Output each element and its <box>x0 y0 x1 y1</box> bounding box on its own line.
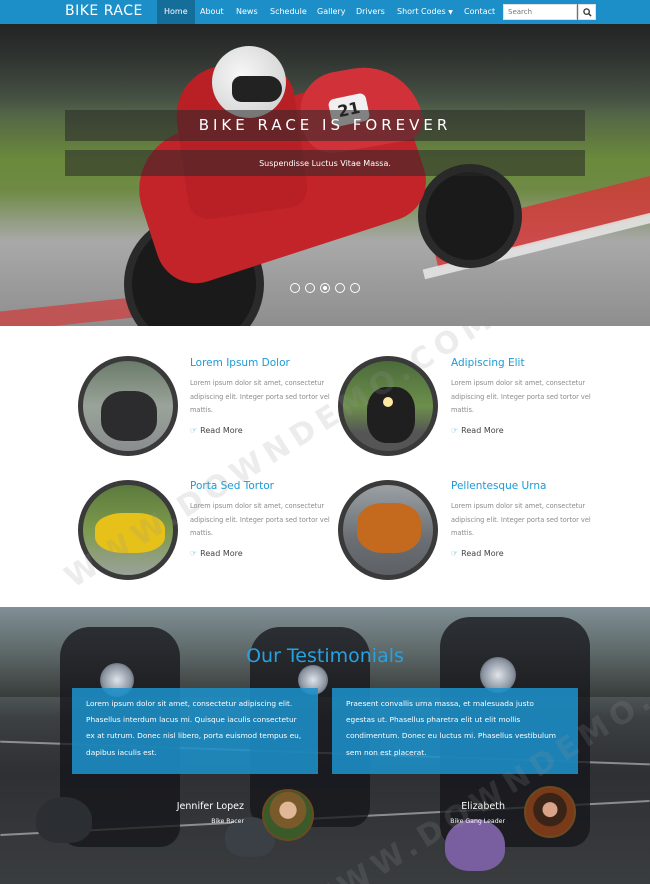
feature-title-4[interactable]: Pellentesque Urna <box>451 480 546 492</box>
caret-down-icon: ▼ <box>448 9 453 16</box>
pointing-hand-icon: ☞ <box>190 549 198 558</box>
read-more-link-4[interactable]: ☞ Read More <box>451 549 504 558</box>
pointing-hand-icon: ☞ <box>451 549 459 558</box>
nav-item-news[interactable]: News <box>229 0 265 24</box>
slider-dot-5[interactable] <box>350 283 360 293</box>
brand-logo[interactable]: BIKE RACE <box>65 3 143 19</box>
slider-dot-3[interactable] <box>320 283 330 293</box>
search-button[interactable] <box>578 4 596 20</box>
read-more-link-3[interactable]: ☞ Read More <box>190 549 243 558</box>
hero-title: BIKE RACE IS FOREVER <box>198 116 452 134</box>
feature-text-2: Lorem ipsum dolor sit amet, consectetur … <box>451 379 591 414</box>
testimonial-quote-1: Lorem ipsum dolor sit amet, consectetur … <box>72 688 318 774</box>
motorbike-image <box>357 503 421 553</box>
hero-subtitle: Suspendisse Luctus Vitae Massa. <box>259 159 391 168</box>
slider-dot-4[interactable] <box>335 283 345 293</box>
read-more-label: Read More <box>461 426 504 435</box>
slider-dot-1[interactable] <box>290 283 300 293</box>
feature-image-1 <box>78 356 178 456</box>
helmet-on-ground-image <box>36 797 92 843</box>
feature-image-4 <box>338 480 438 580</box>
nav-item-short-codes-label: Short Codes <box>397 7 446 16</box>
read-more-label: Read More <box>200 426 243 435</box>
nav-item-home[interactable]: Home <box>157 0 195 24</box>
nav-item-gallery[interactable]: Gallery <box>310 0 353 24</box>
read-more-link-2[interactable]: ☞ Read More <box>451 426 504 435</box>
top-navbar: BIKE RACE Home About News Schedule Galle… <box>0 0 650 24</box>
testimonial-role-1: Bike Racer <box>211 818 244 825</box>
nav-item-about[interactable]: About <box>193 0 231 24</box>
pointing-hand-icon: ☞ <box>451 426 459 435</box>
nav-item-schedule[interactable]: Schedule <box>263 0 314 24</box>
feature-text-4: Lorem ipsum dolor sit amet, consectetur … <box>451 502 591 537</box>
nav-item-contact[interactable]: Contact <box>457 0 502 24</box>
front-wheel-image <box>418 164 522 268</box>
magnifier-icon <box>583 8 592 17</box>
pointing-hand-icon: ☞ <box>190 426 198 435</box>
avatar-elizabeth <box>524 786 576 838</box>
search-input[interactable] <box>503 4 577 20</box>
nav-item-short-codes[interactable]: Short Codes ▼ <box>390 0 460 24</box>
nav-item-drivers[interactable]: Drivers <box>349 0 392 24</box>
read-more-link-1[interactable]: ☞ Read More <box>190 426 243 435</box>
read-more-label: Read More <box>200 549 243 558</box>
helmet-visor-image <box>232 76 282 102</box>
read-more-label: Read More <box>461 549 504 558</box>
slider-dot-2[interactable] <box>305 283 315 293</box>
feature-title-2[interactable]: Adipiscing Elit <box>451 357 525 369</box>
testimonial-name-1: Jennifer Lopez <box>176 801 244 812</box>
avatar-jennifer <box>262 789 314 841</box>
motorbike-image <box>101 391 157 441</box>
feature-title-1[interactable]: Lorem Ipsum Dolor <box>190 357 290 369</box>
testimonials-heading: Our Testimonials <box>246 645 404 667</box>
